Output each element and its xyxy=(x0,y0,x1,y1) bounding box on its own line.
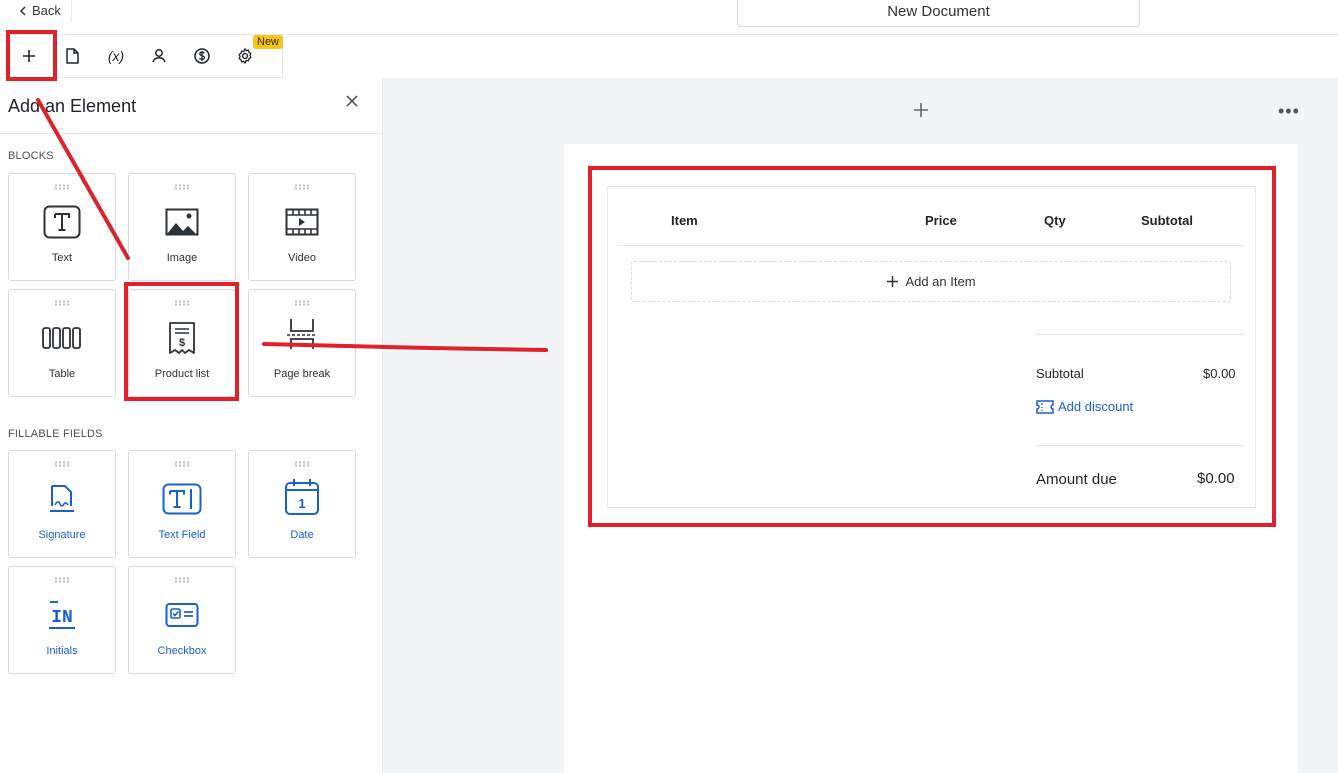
field-label: Checkbox xyxy=(157,645,207,657)
product-list-block[interactable] xyxy=(607,186,1256,508)
field-label: Initials xyxy=(46,645,78,657)
block-label: Product list xyxy=(154,368,210,380)
drag-handle-icon xyxy=(174,300,190,306)
drag-handle-icon xyxy=(294,184,310,190)
document-button[interactable] xyxy=(56,40,88,72)
subtotal-value: $0.00 xyxy=(1203,366,1236,381)
blocks-heading: BLOCKS xyxy=(8,150,54,162)
video-icon xyxy=(282,204,322,240)
subtotal-label: Subtotal xyxy=(1036,366,1084,381)
block-label: Image xyxy=(166,252,198,264)
block-label: Table xyxy=(48,368,76,380)
field-label: Text Field xyxy=(158,529,206,541)
add-item-label: Add an Item xyxy=(905,274,976,289)
document-title[interactable]: New Document xyxy=(737,0,1140,27)
drag-handle-icon xyxy=(174,184,190,190)
add-item-button[interactable]: Add an Item xyxy=(631,261,1231,302)
recipients-button[interactable] xyxy=(143,40,175,72)
block-label: Text xyxy=(51,252,73,264)
plus-icon xyxy=(887,276,899,287)
drag-handle-icon xyxy=(54,577,70,583)
add-discount-label: Add discount xyxy=(1058,399,1134,414)
field-initials[interactable]: IN Initials xyxy=(8,566,116,674)
fillable-fields-heading: FILLABLE FIELDS xyxy=(8,428,103,440)
more-options-icon[interactable]: ••• xyxy=(1278,101,1300,122)
close-icon[interactable] xyxy=(343,92,361,110)
field-checkbox[interactable]: Checkbox xyxy=(128,566,236,674)
add-discount-link[interactable]: Add discount xyxy=(1036,399,1133,414)
variables-button[interactable]: (x) xyxy=(100,40,132,72)
new-badge: New xyxy=(253,35,284,49)
column-header-qty: Qty xyxy=(1044,213,1066,228)
column-header-item: Item xyxy=(671,213,698,228)
drag-handle-icon xyxy=(54,300,70,306)
field-date[interactable]: 1 Date xyxy=(248,450,356,558)
divider xyxy=(1036,334,1244,335)
page-break-icon xyxy=(282,316,322,352)
image-icon xyxy=(162,204,202,240)
text-icon xyxy=(42,204,82,240)
toolbar: (x) xyxy=(0,34,283,78)
block-product-list[interactable]: $ Product list xyxy=(128,289,236,397)
gear-icon xyxy=(238,48,252,64)
field-label: Date xyxy=(290,529,314,541)
back-button[interactable]: Back xyxy=(18,3,61,18)
block-label: Page break xyxy=(273,368,331,380)
divider xyxy=(617,245,1244,246)
add-element-button[interactable] xyxy=(13,40,45,72)
field-signature[interactable]: Signature xyxy=(8,450,116,558)
drag-handle-icon xyxy=(174,461,190,467)
field-label: Signature xyxy=(38,529,86,541)
initials-icon: IN xyxy=(42,597,82,633)
amount-due-label: Amount due xyxy=(1036,471,1117,488)
block-table[interactable]: Table xyxy=(8,289,116,397)
block-image[interactable]: Image xyxy=(128,173,236,281)
text-field-icon xyxy=(162,481,202,517)
block-label: Video xyxy=(288,252,316,264)
drag-handle-icon xyxy=(294,300,310,306)
svg-text:$: $ xyxy=(179,337,185,349)
field-text-field[interactable]: Text Field xyxy=(128,450,236,558)
divider xyxy=(71,0,72,22)
drag-handle-icon xyxy=(294,461,310,467)
drag-handle-icon xyxy=(174,577,190,583)
product-list-icon: $ xyxy=(162,320,202,356)
document-icon xyxy=(66,48,79,64)
block-text[interactable]: Text xyxy=(8,173,116,281)
pricing-button[interactable] xyxy=(186,40,218,72)
user-icon xyxy=(152,49,166,63)
date-icon: 1 xyxy=(282,479,322,515)
dollar-icon xyxy=(194,48,210,64)
drag-handle-icon xyxy=(54,184,70,190)
table-icon xyxy=(42,320,82,356)
drag-handle-icon xyxy=(54,461,70,467)
plus-icon xyxy=(23,50,35,62)
block-page-break[interactable]: Page break xyxy=(248,289,356,397)
signature-icon xyxy=(42,481,82,517)
block-video[interactable]: Video xyxy=(248,173,356,281)
column-header-price: Price xyxy=(925,213,957,228)
chevron-left-icon xyxy=(19,5,26,16)
panel-title: Add an Element xyxy=(8,96,137,116)
amount-due-value: $0.00 xyxy=(1197,470,1235,487)
coupon-icon xyxy=(1036,399,1054,414)
divider xyxy=(1036,445,1244,446)
checkbox-icon xyxy=(162,597,202,633)
column-header-subtotal: Subtotal xyxy=(1141,213,1193,228)
divider xyxy=(0,133,382,134)
plus-icon[interactable] xyxy=(912,101,930,119)
back-label: Back xyxy=(32,3,61,18)
initials-glyph: IN xyxy=(51,608,73,628)
date-glyph: 1 xyxy=(298,496,305,511)
variable-icon: (x) xyxy=(107,48,125,64)
